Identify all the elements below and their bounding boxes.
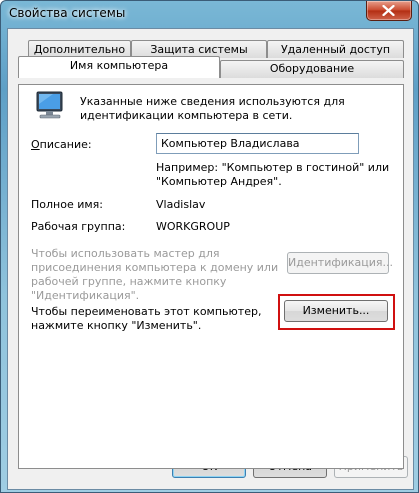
change-button[interactable]: Изменить... <box>284 300 388 322</box>
tab-computer-name[interactable]: Имя компьютера <box>18 56 220 78</box>
description-label: Описание: <box>31 138 92 151</box>
tab-label: Удаленный доступ <box>280 43 391 56</box>
tab-label: Защита системы <box>150 43 248 56</box>
rename-text-line2: нажмите кнопку "Изменить". <box>31 319 202 332</box>
identify-button-label: Идентификация... <box>288 256 394 269</box>
close-icon <box>382 5 395 16</box>
computer-monitor-icon <box>36 91 63 119</box>
dialog-client-area: Дополнительно Защита системы Удаленный д… <box>7 28 414 490</box>
description-label-rest: писание: <box>39 138 92 151</box>
intro-text-line2: идентификации компьютера в сети. <box>80 109 293 122</box>
full-name-value: Vladislav <box>156 198 206 211</box>
example-text-line2: "Компьютер Андрея". <box>156 175 282 188</box>
wizard-text-line1: Чтобы использовать мастер для <box>31 247 220 260</box>
tab-hardware[interactable]: Оборудование <box>220 60 404 78</box>
intro-text-line1: Указанные ниже сведения используются для <box>80 95 345 108</box>
tab-remote-access[interactable]: Удаленный доступ <box>267 40 404 58</box>
title-bar[interactable]: Свойства системы <box>1 1 418 27</box>
full-name-label: Полное имя: <box>31 198 103 211</box>
wizard-text-line4: "Идентификация". <box>31 289 140 302</box>
description-input-value: Компьютер Владислава <box>161 137 300 150</box>
description-input[interactable]: Компьютер Владислава <box>156 133 359 154</box>
tab-label: Имя компьютера <box>69 59 169 72</box>
window-title: Свойства системы <box>9 6 126 20</box>
wizard-text-line3: рабочей группе, нажмите кнопку <box>31 275 227 288</box>
tab-label: Дополнительно <box>33 43 126 56</box>
identify-button[interactable]: Идентификация... <box>287 252 393 274</box>
example-text-line1: Например: "Компьютер в гостиной" или <box>156 161 390 174</box>
workgroup-label: Рабочая группа: <box>31 220 126 233</box>
change-button-label: Изменить... <box>302 304 370 317</box>
tab-label: Оборудование <box>269 62 355 75</box>
system-properties-window: Свойства системы Дополнительно Защита си… <box>0 0 419 493</box>
close-button[interactable] <box>366 1 412 21</box>
workgroup-value: WORKGROUP <box>156 220 230 233</box>
rename-text-line1: Чтобы переименовать этот компьютер, <box>31 305 262 318</box>
wizard-text-line2: присоединения компьютера к домену или <box>31 261 279 274</box>
computer-name-panel: Указанные ниже сведения используются для… <box>18 84 404 469</box>
